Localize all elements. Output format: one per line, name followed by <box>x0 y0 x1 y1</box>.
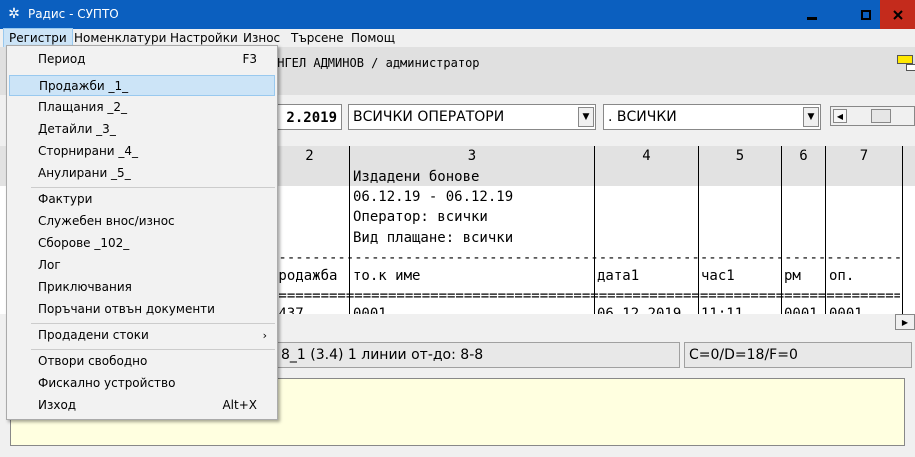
column-divider <box>349 146 350 314</box>
menu-item-label: Фискално устройство <box>38 376 176 390</box>
table-row: 0001 <box>784 306 818 314</box>
menu-item-label: Детайли _3_ <box>38 122 116 136</box>
column-number: 5 <box>735 148 745 164</box>
report-period: 06.12.19 - 06.12.19 <box>353 189 514 205</box>
menu-item-shortcut: Alt+X <box>222 398 257 412</box>
col-header-date: дата1 <box>597 268 640 284</box>
menu-item-label: Продадени стоки <box>38 328 149 342</box>
column-number: 2 <box>305 148 314 164</box>
menu-item-label: Изход <box>38 398 77 412</box>
column-divider <box>698 146 699 314</box>
user-line: АНГЕЛ АДМИНОВ / администратор <box>270 56 480 70</box>
col-header-rm: рм <box>784 268 801 284</box>
maximize-button[interactable] <box>849 0 883 29</box>
menu-item-label: Поръчани отвън документи <box>38 302 215 316</box>
top-scrollbar[interactable]: ◀ <box>830 106 915 126</box>
menu-separator <box>31 349 275 350</box>
table-row: 0001 <box>353 306 387 314</box>
column-divider <box>902 146 903 314</box>
column-number: 7 <box>859 148 869 164</box>
status-lines: 8_1 (3.4) 1 линии от-до: 8-8 <box>276 342 680 368</box>
menu-search[interactable]: Търсене <box>286 29 349 47</box>
chevron-down-icon[interactable]: ▼ <box>803 107 819 127</box>
column-divider <box>594 146 595 314</box>
menu-item-label: Лог <box>38 258 61 272</box>
status-counters: C=0/D=18/F=0 <box>684 342 912 368</box>
menu-separator <box>31 187 275 188</box>
menu-item-shortcut: F3 <box>242 52 257 66</box>
table-row: 0001 <box>829 306 863 314</box>
dash-separator: ----------------------------------------… <box>270 250 900 266</box>
menu-item-open-free[interactable]: Отвори свободно <box>9 351 275 372</box>
menu-item-exit[interactable]: Изход Alt+X <box>9 395 275 416</box>
filter-combo[interactable]: . ВСИЧКИ ▼ <box>603 104 821 130</box>
operator-combo-value: ВСИЧКИ ОПЕРАТОРИ <box>353 109 505 125</box>
column-number: 3 <box>467 148 477 164</box>
menu-item-label: Анулирани _5_ <box>38 166 131 180</box>
column-divider <box>781 146 782 314</box>
equals-separator: ========================================… <box>270 288 900 304</box>
filter-combo-value: . ВСИЧКИ <box>608 109 677 125</box>
menu-item-label: Сборове _102_ <box>38 236 130 250</box>
col-header-time: час1 <box>701 268 735 284</box>
menu-item-service-io[interactable]: Служебен внос/износ <box>9 211 275 232</box>
table-row: 06.12.2019 <box>597 306 682 314</box>
menu-item-label: Отвори свободно <box>38 354 148 368</box>
menu-item-label: Плащания _2_ <box>38 100 128 114</box>
menu-item-label: Сторнирани _4_ <box>38 144 139 158</box>
report-operator: Оператор: всички <box>353 209 488 225</box>
col-header-name: то.к име <box>353 268 421 284</box>
menu-item-period[interactable]: Период F3 <box>9 49 275 70</box>
menu-item-label: Фактури <box>38 192 93 206</box>
menu-item-cancelled[interactable]: Анулирани _5_ <box>9 163 275 184</box>
chevron-down-icon[interactable]: ▼ <box>578 107 594 127</box>
chevron-right-icon: › <box>262 329 267 342</box>
menu-item-sold-goods[interactable]: Продадени стоки › <box>9 325 275 346</box>
menu-item-label: Приключвания <box>38 280 132 294</box>
column-number: 4 <box>642 148 651 164</box>
menu-item-label: Период <box>38 52 86 66</box>
scroll-left-icon[interactable]: ◀ <box>833 109 847 123</box>
registers-dropdown: Период F3 Продажби _1_ Плащания _2_ Дета… <box>6 45 278 420</box>
menu-item-label: Служебен внос/износ <box>38 214 175 228</box>
menu-item-label: Продажби _1_ <box>39 79 129 93</box>
operator-combo[interactable]: ВСИЧКИ ОПЕРАТОРИ ▼ <box>348 104 596 130</box>
minimize-button[interactable] <box>795 0 829 29</box>
menu-item-invoices[interactable]: Фактури <box>9 189 275 210</box>
menu-item-details[interactable]: Детайли _3_ <box>9 119 275 140</box>
status-indicator <box>897 55 913 64</box>
menu-item-fiscal-device[interactable]: Фискално устройство <box>9 373 275 394</box>
scroll-thumb[interactable] <box>871 109 891 123</box>
table-row: 11:11 <box>701 306 744 314</box>
window-title: Радис - СУПТО <box>28 7 119 21</box>
status-indicator-small <box>906 64 915 71</box>
col-header-sale: продажба <box>270 268 338 284</box>
col-header-op: оп. <box>829 268 855 284</box>
menu-item-payments[interactable]: Плащания _2_ <box>9 97 275 118</box>
menu-item-external-orders[interactable]: Поръчани отвън документи <box>9 299 275 320</box>
report-title: Издадени бонове <box>353 169 480 185</box>
menu-help[interactable]: Помощ <box>346 29 400 47</box>
title-bar: ✲ Радис - СУПТО <box>0 0 915 29</box>
table-row: 0437 <box>270 306 304 314</box>
compass-icon[interactable]: ✲ <box>6 6 22 22</box>
report-payment: Вид плащане: всички <box>353 230 514 246</box>
menu-separator <box>31 323 275 324</box>
menu-item-storno[interactable]: Сторнирани _4_ <box>9 141 275 162</box>
date-field[interactable]: 2.2019 <box>268 104 342 130</box>
menu-item-log[interactable]: Лог <box>9 255 275 276</box>
scroll-right-icon[interactable]: ▶ <box>895 314 915 330</box>
menu-item-closures[interactable]: Приключвания <box>9 277 275 298</box>
close-button[interactable] <box>880 0 915 29</box>
menu-item-sales[interactable]: Продажби _1_ <box>9 75 275 96</box>
column-divider <box>825 146 826 314</box>
column-number: 6 <box>799 148 808 164</box>
menu-item-totals[interactable]: Сборове _102_ <box>9 233 275 254</box>
